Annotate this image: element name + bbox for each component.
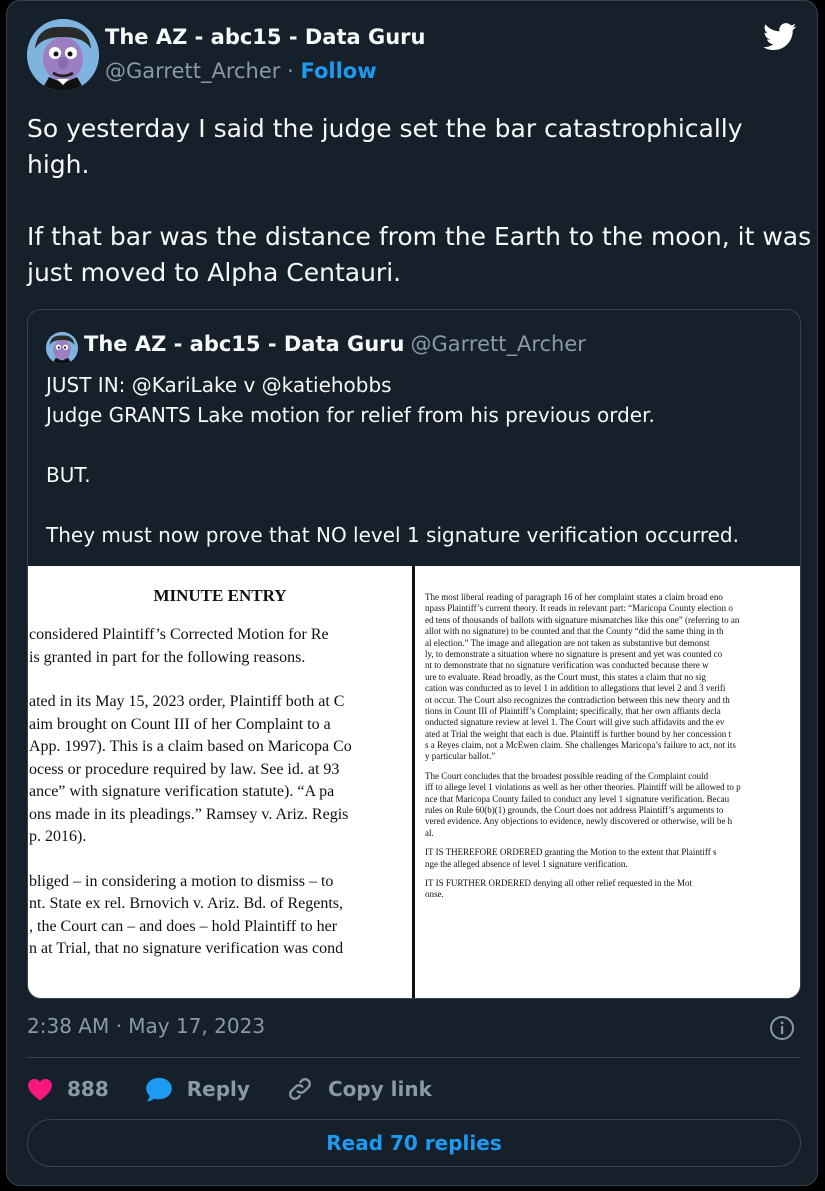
document-page-right: The most liberal reading of paragraph 16…: [415, 566, 800, 998]
document-line: considered Plaintiff’s Corrected Motion …: [29, 626, 329, 643]
document-line: s a Reyes claim, not a McEwen claim. She…: [425, 740, 736, 751]
document-line: App. 1997). This is a claim based on Mar…: [29, 738, 352, 755]
document-line: aim brought on Count III of her Complain…: [29, 715, 331, 733]
reply-label: Reply: [186, 1077, 250, 1101]
follow-button[interactable]: Follow: [300, 59, 376, 83]
document-line: is granted in part for the following rea…: [29, 648, 306, 666]
document-line: iff to allege level 1 violations as well…: [425, 782, 741, 793]
author-name[interactable]: The AZ - abc15 - Data Guru: [105, 25, 425, 49]
document-line: allot with no signature) to be counted a…: [425, 626, 724, 637]
document-line: p. 2016).: [29, 828, 87, 845]
heart-icon: [28, 1078, 52, 1101]
info-icon[interactable]: [769, 1015, 795, 1041]
reply-bubble-icon: [145, 1077, 172, 1102]
document-line: npass Plaintiff’s current theory. It rea…: [425, 603, 733, 614]
document-line: nt. State ex rel. Brnovich v. Ariz. Bd. …: [29, 895, 344, 912]
tweet-timestamp[interactable]: 2:38 AM · May 17, 2023: [27, 1014, 265, 1038]
action-bar: 888 Reply Copy link: [27, 1073, 468, 1105]
link-icon: [289, 1078, 311, 1100]
author-avatar[interactable]: [27, 19, 99, 91]
document-line: , the Court can – and does – hold Plaint…: [29, 917, 338, 935]
document-line: ated at Trial the weight that each is du…: [425, 728, 732, 739]
divider: [27, 1057, 801, 1058]
document-line: The most liberal reading of paragraph 16…: [425, 592, 723, 602]
document-line: n at Trial, that no signature verificati…: [29, 940, 344, 957]
document-line: IT IS FURTHER ORDERED denying all other …: [425, 877, 692, 888]
quoted-text: JUST IN: @KariLake v @katiehobbs Judge G…: [46, 373, 739, 547]
document-line: ated in its May 15, 2023 order, Plaintif…: [29, 693, 345, 710]
like-count: 888: [67, 1077, 109, 1101]
document-line: bliged – in considering a motion to dism…: [29, 872, 334, 890]
document-line: ance” with signature verification statut…: [29, 783, 335, 800]
quoted-author-handle: @Garrett_Archer: [410, 332, 586, 356]
author-handle-row: @Garrett_Archer · Follow: [105, 59, 377, 83]
document-heading: MINUTE ENTRY: [153, 586, 287, 605]
document-line: vered evidence. Any objections to eviden…: [425, 816, 733, 827]
document-line: tions in Count III of Plaintiff’s Compla…: [425, 705, 721, 716]
document-left-text: considered Plaintiff’s Corrected Motion …: [28, 624, 412, 961]
document-right-text: The most liberal reading of paragraph 16…: [425, 592, 800, 901]
quoted-author-row: The AZ - abc15 - Data Guru @Garrett_Arche…: [84, 332, 586, 356]
document-line: ed tens of thousands of ballots with sig…: [425, 614, 740, 625]
document-line: ure to evaluate. Read broadly, as the Co…: [425, 671, 706, 682]
copy-link-button[interactable]: Copy link: [286, 1075, 432, 1103]
quoted-author-avatar: [46, 332, 78, 364]
document-line: cation was conducted as to level 1 in ad…: [425, 683, 726, 694]
document-line: ocess or procedure required by law. See …: [29, 760, 340, 778]
read-replies-button[interactable]: Read 70 replies: [27, 1119, 801, 1167]
like-button[interactable]: 888: [27, 1077, 109, 1101]
twitter-bird-icon[interactable]: [763, 23, 797, 51]
quoted-author-name: The AZ - abc15 - Data Guru: [84, 332, 405, 356]
document-page-left: MINUTE ENTRY considered Plaintiff’s Corr…: [28, 566, 412, 998]
document-line: IT IS THEREFORE ORDERED granting the Mot…: [425, 847, 717, 858]
document-line: al election.” The image and allegation a…: [425, 637, 710, 648]
document-line: ly, to demonstrate a situation where no …: [425, 648, 723, 659]
document-line: The Court concludes that the broadest po…: [425, 770, 709, 781]
tweet-card: The AZ - abc15 - Data Guru @Garrett_Arch…: [6, 0, 818, 1186]
author-handle[interactable]: @Garrett_Archer: [105, 59, 280, 83]
document-line: onducted signature review at level 1. Th…: [425, 717, 725, 728]
tweet-text: So yesterday I said the judge set the ba…: [27, 114, 812, 287]
handle-separator: ·: [280, 59, 301, 83]
document-line: nt to demonstrate that no signature veri…: [425, 660, 709, 671]
document-line: nce that Maricopa County failed to condu…: [425, 793, 730, 804]
document-line: y particular ballot.”: [425, 751, 496, 762]
quoted-tweet[interactable]: The AZ - abc15 - Data Guru @Garrett_Arche…: [27, 309, 801, 999]
document-line: nge the alleged absence of level 1 signa…: [425, 858, 628, 869]
document-line: rules on Rule 60(b)(1) grounds, the Cour…: [425, 805, 724, 816]
reply-button[interactable]: Reply: [145, 1076, 250, 1102]
document-line: onse.: [425, 889, 444, 900]
document-line: ons made in its pleadings.” Ramsey v. Ar…: [29, 805, 349, 823]
copy-link-label: Copy link: [327, 1077, 432, 1101]
document-line: ot occur. The Court also recognizes the …: [425, 694, 730, 705]
quoted-media-image[interactable]: MINUTE ENTRY considered Plaintiff’s Corr…: [28, 566, 800, 998]
document-line: al.: [425, 827, 434, 838]
